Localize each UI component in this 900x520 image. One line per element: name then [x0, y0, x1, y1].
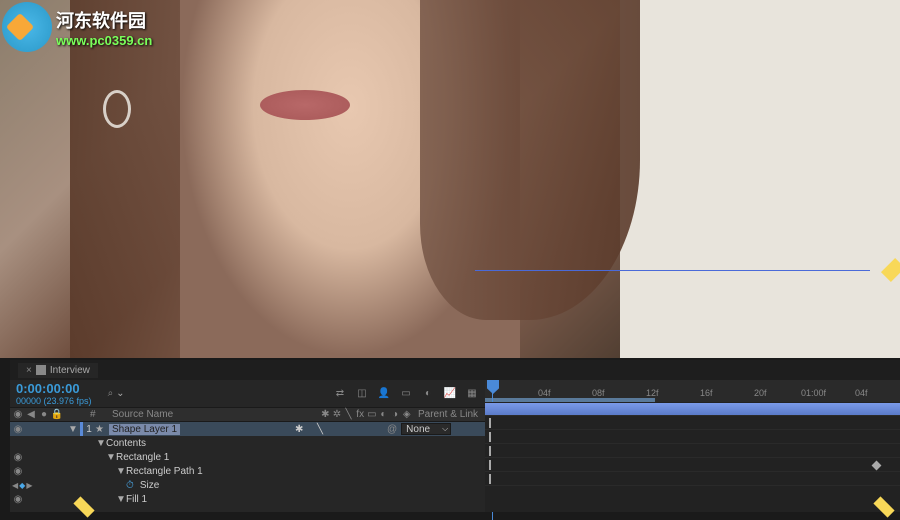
expand-toggle[interactable]: ▼ [116, 494, 126, 505]
fx-switch-icon[interactable]: fx [355, 409, 366, 421]
track-marker [489, 460, 491, 470]
contents-label: Contents [106, 438, 146, 449]
ruler-tick: 12f [646, 388, 659, 398]
video-toggle[interactable]: ◉ [12, 493, 24, 505]
motion-blur-switch-icon[interactable]: ◐ [378, 409, 389, 421]
panel-tab-bar: × Interview [10, 360, 900, 380]
prev-key-button[interactable]: ◀ [12, 481, 18, 490]
audio-column-icon[interactable]: ◀ [25, 409, 37, 421]
rectangle1-label: Rectangle 1 [116, 452, 169, 463]
shy-switch-icon[interactable]: ✱ [320, 409, 331, 421]
draft3d-icon[interactable]: ◫ [355, 387, 369, 401]
track-marker [489, 432, 491, 442]
layer-track[interactable] [485, 402, 900, 416]
next-key-button[interactable]: ▶ [26, 481, 32, 490]
render-queue-icon[interactable]: ▦ [465, 387, 479, 401]
layer-duration-bar[interactable] [485, 403, 900, 415]
fill1-label: Fill 1 [126, 494, 147, 505]
close-icon[interactable]: × [26, 365, 32, 376]
solo-column-icon[interactable]: ● [38, 409, 50, 421]
ruler-tick: 04f [538, 388, 551, 398]
video-toggle[interactable]: ◉ [12, 451, 24, 463]
fps-info: 00000 (23.976 fps) [16, 396, 92, 406]
panel-tab-interview[interactable]: × Interview [18, 363, 98, 378]
expand-toggle[interactable]: ▼ [116, 466, 126, 477]
video-toggle[interactable]: ◉ [12, 423, 24, 435]
video-toggle[interactable]: ◉ [12, 465, 24, 477]
search-chevron-icon: ⌄ [116, 388, 124, 399]
column-number[interactable]: # [86, 409, 112, 420]
timeline-panel: × Interview 0:00:00:00 00000 (23.976 fps… [10, 358, 900, 512]
add-key-button[interactable]: ◆ [19, 481, 25, 490]
expand-toggle[interactable]: ▼ [96, 438, 106, 449]
search-icon: ⌕ [108, 388, 114, 399]
ruler-tick: 08f [592, 388, 605, 398]
size-label: Size [140, 480, 159, 491]
watermark-logo-icon [2, 2, 52, 52]
ruler-tick: 01:00f [801, 388, 826, 398]
layer-search[interactable]: ⌕ ⌄ [108, 388, 125, 399]
current-timecode[interactable]: 0:00:00:00 [16, 381, 92, 396]
lock-column-icon[interactable]: 🔒 [51, 409, 63, 421]
video-column-icon[interactable]: ◉ [12, 409, 24, 421]
frame-blend-switch-icon[interactable]: ▭ [367, 409, 378, 421]
graph-editor-icon[interactable]: 📈 [443, 387, 457, 401]
layer-number: 1 [83, 424, 95, 435]
column-source-name[interactable]: Source Name [112, 409, 320, 420]
composition-icon [36, 365, 46, 375]
track-marker [489, 474, 491, 484]
shape-rectangle[interactable] [475, 270, 870, 271]
watermark-url: www.pc0359.cn [56, 33, 152, 48]
composition-flowchart-icon[interactable]: ⇄ [333, 387, 347, 401]
watermark: 河东软件园 www.pc0359.cn [2, 2, 152, 52]
track-marker [489, 446, 491, 456]
motion-blur-icon[interactable]: ◐ [421, 387, 435, 401]
track-area[interactable] [485, 402, 900, 512]
quality-switch-icon[interactable]: ╲ [343, 409, 354, 421]
tab-label: Interview [50, 365, 90, 376]
playhead[interactable] [487, 380, 499, 394]
shape-layer-icon: ★ [95, 424, 107, 435]
frame-blend-icon[interactable]: ▭ [399, 387, 413, 401]
pickwhip-icon[interactable]: @ [387, 424, 397, 435]
rectangle-path-label: Rectangle Path 1 [126, 466, 203, 477]
adjustment-switch-icon[interactable]: ◑ [390, 409, 401, 421]
3d-switch-icon[interactable]: ◈ [401, 409, 412, 421]
track-marker [489, 418, 491, 428]
keyframe-diamond[interactable] [872, 461, 882, 471]
watermark-text-cn: 河东软件园 [56, 7, 152, 33]
layer-name[interactable]: Shape Layer 1 [109, 424, 180, 435]
ruler-tick: 20f [754, 388, 767, 398]
ruler-tick: 04f [855, 388, 868, 398]
ruler-tick: 16f [700, 388, 713, 398]
stopwatch-icon[interactable]: ⏱ [126, 480, 134, 491]
expand-toggle[interactable]: ▼ [68, 424, 80, 435]
collapse-switch-icon[interactable]: ✲ [332, 409, 343, 421]
composition-viewport[interactable] [0, 0, 900, 358]
shy-icon[interactable]: 👤 [377, 387, 391, 401]
expand-toggle[interactable]: ▼ [106, 452, 116, 463]
column-parent[interactable]: Parent & Link [412, 409, 478, 420]
parent-dropdown[interactable]: None [401, 423, 451, 435]
